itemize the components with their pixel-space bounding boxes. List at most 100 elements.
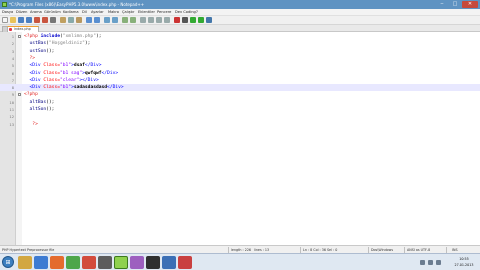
firefox-taskbar-icon[interactable]: [50, 256, 64, 269]
menu-encoding[interactable]: Kodlama: [63, 9, 79, 16]
code-line[interactable]: 8 <Div Class="b1">sadasdasdasd</Div>: [0, 84, 480, 92]
code-line[interactable]: 2 ustBas("Hoşgeldiniz");: [0, 40, 480, 47]
code-token: <Div: [24, 63, 44, 69]
tray-volume-icon[interactable]: [428, 260, 433, 265]
line-number: 6: [11, 70, 14, 76]
tray-flag-icon[interactable]: [436, 260, 441, 265]
app-taskbar-icon-4[interactable]: [178, 256, 192, 269]
tab-bar: index.php: [0, 25, 480, 32]
explorer-taskbar-icon[interactable]: [18, 256, 32, 269]
menu-search[interactable]: Arama: [30, 9, 42, 16]
chrome-taskbar-icon[interactable]: [66, 256, 80, 269]
code-token: qwfqwf: [84, 70, 102, 76]
code-token: ></Div>: [79, 77, 99, 83]
windows-logo-icon: ⊞: [5, 259, 11, 266]
menu-window[interactable]: Pencere: [157, 9, 171, 16]
close-file-icon[interactable]: [34, 17, 40, 23]
save-macro-icon[interactable]: [206, 17, 212, 23]
code-token: <?php: [24, 92, 38, 98]
menu-plugins[interactable]: Eklentiler: [138, 9, 155, 16]
close-button[interactable]: ✕: [462, 1, 478, 8]
internet-explorer-taskbar-icon[interactable]: [34, 256, 48, 269]
opera-taskbar-icon[interactable]: [82, 256, 96, 269]
maximize-button[interactable]: □: [449, 1, 461, 8]
find-icon[interactable]: [104, 17, 110, 23]
open-file-icon[interactable]: [10, 17, 16, 23]
line-number: 8: [11, 85, 14, 91]
line-number: 10: [9, 99, 14, 105]
app-taskbar-icon-2[interactable]: [146, 256, 160, 269]
code-token: Class=: [43, 85, 60, 91]
code-line[interactable]: 10 altBas();: [0, 99, 480, 106]
code-token: );: [95, 34, 102, 39]
close-all-icon[interactable]: [42, 17, 48, 23]
new-file-icon[interactable]: [2, 17, 8, 23]
code-token: dsaf: [73, 63, 85, 69]
save-icon[interactable]: [18, 17, 24, 23]
fold-toggle-icon[interactable]: [18, 93, 21, 97]
code-line[interactable]: 13 ?>: [0, 121, 480, 128]
menu-run[interactable]: Çalıştır: [122, 9, 134, 16]
code-text: ?>: [24, 55, 36, 62]
code-editor[interactable]: 1 <?php include("xmlimn.php"); 2 ustBas("H…: [0, 32, 480, 245]
cut-icon[interactable]: [60, 17, 66, 23]
code-token: altSon: [24, 107, 47, 112]
code-token: "b1": [59, 85, 72, 91]
replace-icon[interactable]: [112, 17, 118, 23]
word-wrap-icon[interactable]: [148, 17, 154, 23]
code-token: Class=: [43, 63, 60, 69]
copy-icon[interactable]: [68, 17, 74, 23]
menu-macro[interactable]: Makro: [108, 9, 119, 16]
menu-edit[interactable]: Düzen: [16, 9, 27, 16]
menu-dev-coding[interactable]: Dev Coding: [175, 9, 196, 16]
save-all-icon[interactable]: [26, 17, 32, 23]
app-taskbar-icon-3[interactable]: [162, 256, 176, 269]
code-line[interactable]: 4 ?>: [0, 55, 480, 62]
indent-guide-icon[interactable]: [164, 17, 170, 23]
code-token: include: [40, 34, 60, 39]
menu-settings[interactable]: Ayarlar: [91, 9, 104, 16]
redo-icon[interactable]: [94, 17, 100, 23]
code-line[interactable]: 12: [0, 113, 480, 120]
code-line[interactable]: 5 <Div Class="b1">dsaf</Div>: [0, 62, 480, 69]
notepadpp-taskbar-icon[interactable]: [114, 256, 128, 269]
fold-toggle-icon[interactable]: [18, 35, 21, 38]
code-line[interactable]: 6 <Div Class="b1 sag">qwfqwf</Div>: [0, 70, 480, 77]
start-button[interactable]: ⊞: [2, 256, 14, 268]
stop-macro-icon[interactable]: [182, 17, 188, 23]
undo-icon[interactable]: [86, 17, 92, 23]
code-token: <Div: [24, 70, 44, 76]
tab-label: index.php: [14, 27, 31, 31]
taskbar-clock[interactable]: 10:55 27.01.2013: [449, 256, 479, 268]
record-macro-icon[interactable]: [174, 17, 180, 23]
code-line[interactable]: 1 <?php include("xmlimn.php");: [0, 33, 480, 40]
play-macro-icon[interactable]: [190, 17, 196, 23]
menu-file[interactable]: Dosya: [2, 9, 13, 16]
menu-language[interactable]: Dil: [82, 9, 87, 16]
zoom-out-icon[interactable]: [130, 17, 136, 23]
sync-scroll-icon[interactable]: [140, 17, 146, 23]
code-line[interactable]: 11 altSon();: [0, 106, 480, 113]
code-line[interactable]: 3 ustSon();: [0, 48, 480, 55]
media-player-taskbar-icon[interactable]: [98, 256, 112, 269]
paste-icon[interactable]: [76, 17, 82, 23]
code-line[interactable]: 9 <?php: [0, 91, 480, 98]
code-line[interactable]: 7 <Div Class="clear"></Div>: [0, 77, 480, 84]
tray-network-icon[interactable]: [420, 260, 425, 265]
code-token: <Div: [24, 77, 44, 83]
show-all-chars-icon[interactable]: [156, 17, 162, 23]
zoom-in-icon[interactable]: [122, 17, 128, 23]
app-taskbar-icon-1[interactable]: [130, 256, 144, 269]
menu-bar: Dosya Düzen Arama Görünüm Kodlama Dil Ay…: [0, 9, 480, 16]
menu-help[interactable]: ?: [196, 9, 198, 16]
code-text: <?php include("xmlimn.php");: [24, 33, 102, 40]
code-token: </Div>: [107, 85, 124, 91]
code-token: );: [84, 41, 91, 47]
menu-view[interactable]: Görünüm: [44, 9, 61, 16]
line-number: 13: [9, 121, 14, 127]
minimize-button[interactable]: ‒: [436, 1, 448, 8]
run-macro-multiple-icon[interactable]: [198, 17, 204, 23]
print-icon[interactable]: [50, 17, 56, 23]
code-token: ustSon: [24, 48, 47, 54]
clock-date: 27.01.2013: [454, 263, 474, 267]
